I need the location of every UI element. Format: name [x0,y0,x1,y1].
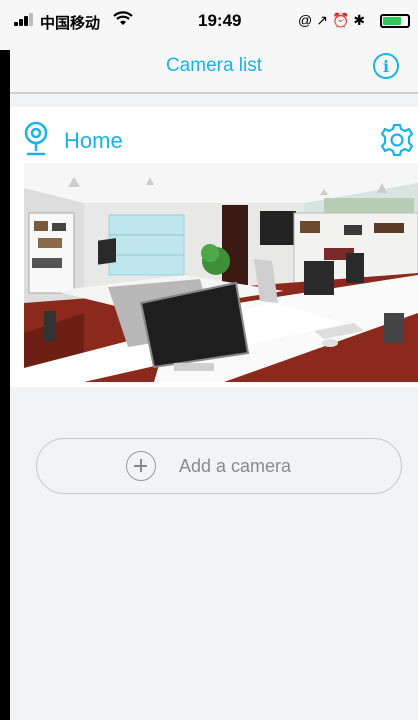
plus-circle-icon [126,451,156,481]
status-indicators: @↗⏰✱ [298,12,370,28]
status-bar: 中国移动 19:49 @↗⏰✱ [0,0,418,50]
page-title: Camera list [165,55,263,76]
carrier-name: 中国移动 [40,15,101,32]
battery-level [383,17,402,25]
info-button[interactable]: i [373,53,399,79]
office-scene-image [24,163,418,382]
device-bezel [0,0,10,720]
webcam-icon [24,121,48,156]
camera-card[interactable]: Home [10,107,418,387]
camera-card-header: Home [10,107,418,163]
add-camera-label: Add a camera [179,456,292,476]
app-screen: 中国移动 19:49 @↗⏰✱ Camera list i Home Add a… [0,0,418,720]
gear-icon[interactable] [380,123,414,157]
info-icon: i [382,57,390,76]
navigation-bar: Camera list i [10,50,418,94]
camera-name: Home [64,128,123,153]
add-camera-button[interactable]: Add a camera [36,438,402,494]
wifi-icon [113,11,133,32]
camera-preview[interactable] [24,163,418,382]
status-time: 19:49 [198,11,242,30]
battery-icon [380,14,410,28]
